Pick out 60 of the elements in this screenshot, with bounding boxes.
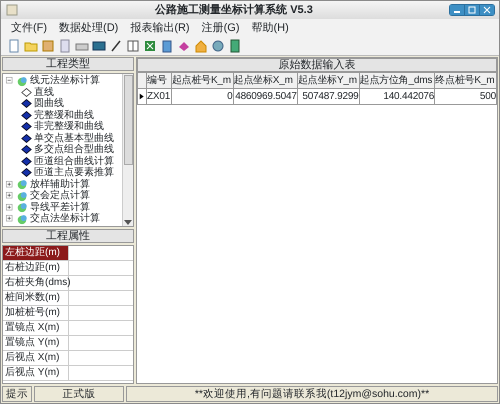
column-header: 编号 xyxy=(146,72,172,88)
home-icon[interactable] xyxy=(194,39,208,53)
property-label[interactable]: 加桩桩号(m) xyxy=(3,306,69,320)
globe-icon xyxy=(16,212,28,225)
panel-header: 工程类型 xyxy=(2,57,134,71)
close-button[interactable] xyxy=(480,5,494,15)
column-header: 起点桩号K_m xyxy=(171,72,234,88)
expand-icon[interactable] xyxy=(5,180,14,189)
panel-header: 工程属性 xyxy=(2,229,134,243)
property-label[interactable]: 桩间米数(m) xyxy=(3,291,69,305)
property-label[interactable]: 后视点 X(m) xyxy=(3,351,69,365)
globe-icon xyxy=(16,201,28,214)
scroll-down-icon[interactable] xyxy=(124,220,132,226)
property-label[interactable]: 左桩边距(m) xyxy=(3,246,69,260)
table-cell[interactable]: 4860969.5047 xyxy=(233,88,298,104)
table-cell[interactable]: 0 xyxy=(171,88,234,104)
menu-item[interactable]: 帮助(H) xyxy=(252,20,289,36)
property-label[interactable]: 置镜点 X(m) xyxy=(3,321,69,335)
window-title: 公路施工测量坐标计算系统 V5.3 xyxy=(154,2,314,18)
status-text: **欢迎使用,有问题请联系我(t12jym@sohu.com)** xyxy=(126,386,498,402)
menu-item[interactable]: 文件(F) xyxy=(11,20,48,36)
column-header: 起点坐标Y_m xyxy=(297,72,360,88)
table-cell[interactable]: ZX01 xyxy=(146,88,172,104)
expand-icon[interactable] xyxy=(5,202,14,212)
property-label[interactable]: 右桩边距(m) xyxy=(3,261,69,275)
new-document-icon[interactable] xyxy=(7,39,21,53)
status-text: 提示 xyxy=(2,386,32,402)
document-icon[interactable] xyxy=(58,39,72,53)
table-cell[interactable]: 500 xyxy=(434,88,496,104)
minimize-button[interactable] xyxy=(450,5,464,15)
close-icon xyxy=(482,5,492,15)
expand-icon[interactable] xyxy=(5,191,14,200)
spreadsheet-icon[interactable] xyxy=(143,39,157,53)
property-label[interactable]: 右桩夹角(dms) xyxy=(3,276,69,290)
maximize-button[interactable] xyxy=(465,5,479,15)
expand-icon[interactable] xyxy=(5,214,14,224)
status-text: 正式版 xyxy=(34,386,124,402)
scrollbar[interactable] xyxy=(122,74,133,226)
table-title: 原始数据输入表 xyxy=(137,58,497,72)
maximize-icon xyxy=(467,5,477,15)
menu-item[interactable]: 数据处理(D) xyxy=(59,20,118,36)
property-label[interactable]: 置镜点 Y(m) xyxy=(3,336,69,350)
globe-icon xyxy=(16,178,28,190)
app-icon xyxy=(5,3,19,17)
row-indicator[interactable] xyxy=(138,88,146,104)
column-header: 起点坐标X_m xyxy=(233,72,298,88)
menu-item[interactable]: 报表输出(R) xyxy=(130,20,190,36)
collapse-icon[interactable] xyxy=(5,76,14,86)
tree-item[interactable]: 交点法坐标计算 xyxy=(30,211,100,226)
menu-item[interactable]: 注册(G) xyxy=(202,20,240,36)
pen-icon[interactable] xyxy=(109,39,123,53)
table-icon[interactable] xyxy=(126,39,140,53)
globe-icon xyxy=(16,190,28,202)
table-cell[interactable]: 507487.9299 xyxy=(297,88,360,104)
column-header: 起点方位角_dms xyxy=(359,72,435,88)
table-cell[interactable]: 140.442076 xyxy=(359,88,435,104)
globe-icon xyxy=(16,74,28,87)
document-icon[interactable] xyxy=(160,39,174,53)
property-label[interactable]: 后视点 Y(m) xyxy=(3,366,69,380)
column-header: 终点桩号K_m xyxy=(434,72,496,88)
